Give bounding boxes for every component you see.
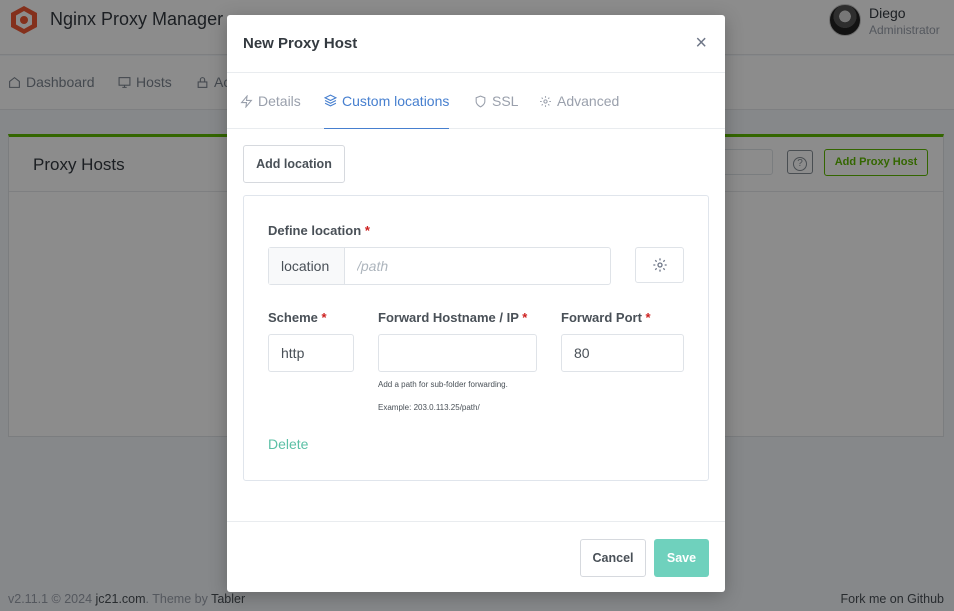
location-addon: location (269, 248, 345, 284)
save-button[interactable]: Save (654, 539, 709, 577)
tab-label: SSL (492, 93, 519, 109)
required-mark: * (364, 223, 370, 238)
layers-icon (324, 94, 337, 107)
hostname-hint: Add a path for sub-folder forwarding. (378, 380, 508, 389)
location-card: Define location * location Scheme * Forw… (243, 195, 709, 481)
add-location-button[interactable]: Add location (243, 145, 345, 183)
label-text: Forward Port (561, 310, 642, 325)
tab-details[interactable]: Details (240, 73, 301, 129)
forward-port-input[interactable] (561, 334, 684, 372)
scheme-input[interactable] (268, 334, 354, 372)
location-path-group: location (268, 247, 611, 285)
new-proxy-host-modal: New Proxy Host × Details Custom location… (227, 15, 725, 592)
tab-label: Details (258, 93, 301, 109)
tab-custom-locations[interactable]: Custom locations (324, 73, 450, 129)
tab-label: Advanced (557, 93, 620, 109)
label-text: Forward Hostname / IP (378, 310, 519, 325)
location-path-input[interactable] (345, 248, 610, 284)
tab-label: Custom locations (342, 92, 450, 109)
modal-title: New Proxy Host (243, 35, 358, 52)
modal-tabs: Details Custom locations SSL Advanced (227, 73, 725, 129)
define-location-label: Define location * (268, 223, 370, 238)
forward-hostname-label: Forward Hostname / IP * (378, 310, 527, 325)
required-mark: * (522, 310, 528, 325)
gear-icon (652, 258, 667, 272)
gear-icon (540, 95, 551, 107)
required-mark: * (645, 310, 651, 325)
required-mark: * (321, 310, 327, 325)
shield-icon (475, 95, 486, 108)
tab-advanced[interactable]: Advanced (539, 73, 619, 129)
label-text: Scheme (268, 310, 318, 325)
modal-footer: Cancel Save (227, 521, 725, 592)
scheme-label: Scheme * (268, 310, 327, 325)
location-settings-button[interactable] (635, 247, 684, 283)
close-icon[interactable]: × (695, 33, 707, 53)
delete-location-link[interactable]: Delete (268, 436, 308, 452)
cancel-button[interactable]: Cancel (580, 539, 646, 577)
forward-hostname-input[interactable] (378, 334, 537, 372)
hostname-example: Example: 203.0.113.25/path/ (378, 403, 480, 412)
zap-icon (240, 94, 253, 108)
modal-header: New Proxy Host × (227, 15, 725, 73)
tab-ssl[interactable]: SSL (474, 73, 518, 129)
forward-port-label: Forward Port * (561, 310, 651, 325)
label-text: Define location (268, 223, 362, 238)
